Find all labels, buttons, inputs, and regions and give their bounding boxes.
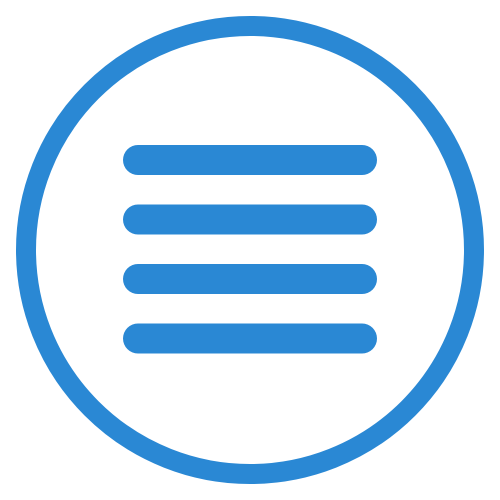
menu-button[interactable] bbox=[9, 9, 491, 491]
menu-line bbox=[123, 264, 377, 294]
menu-line bbox=[123, 323, 377, 354]
menu-button-ring bbox=[16, 16, 484, 484]
menu-line bbox=[123, 204, 377, 235]
menu-lines bbox=[123, 145, 377, 354]
canvas bbox=[0, 0, 500, 500]
menu-line bbox=[123, 145, 377, 175]
hamburger-menu-icon bbox=[16, 16, 484, 484]
